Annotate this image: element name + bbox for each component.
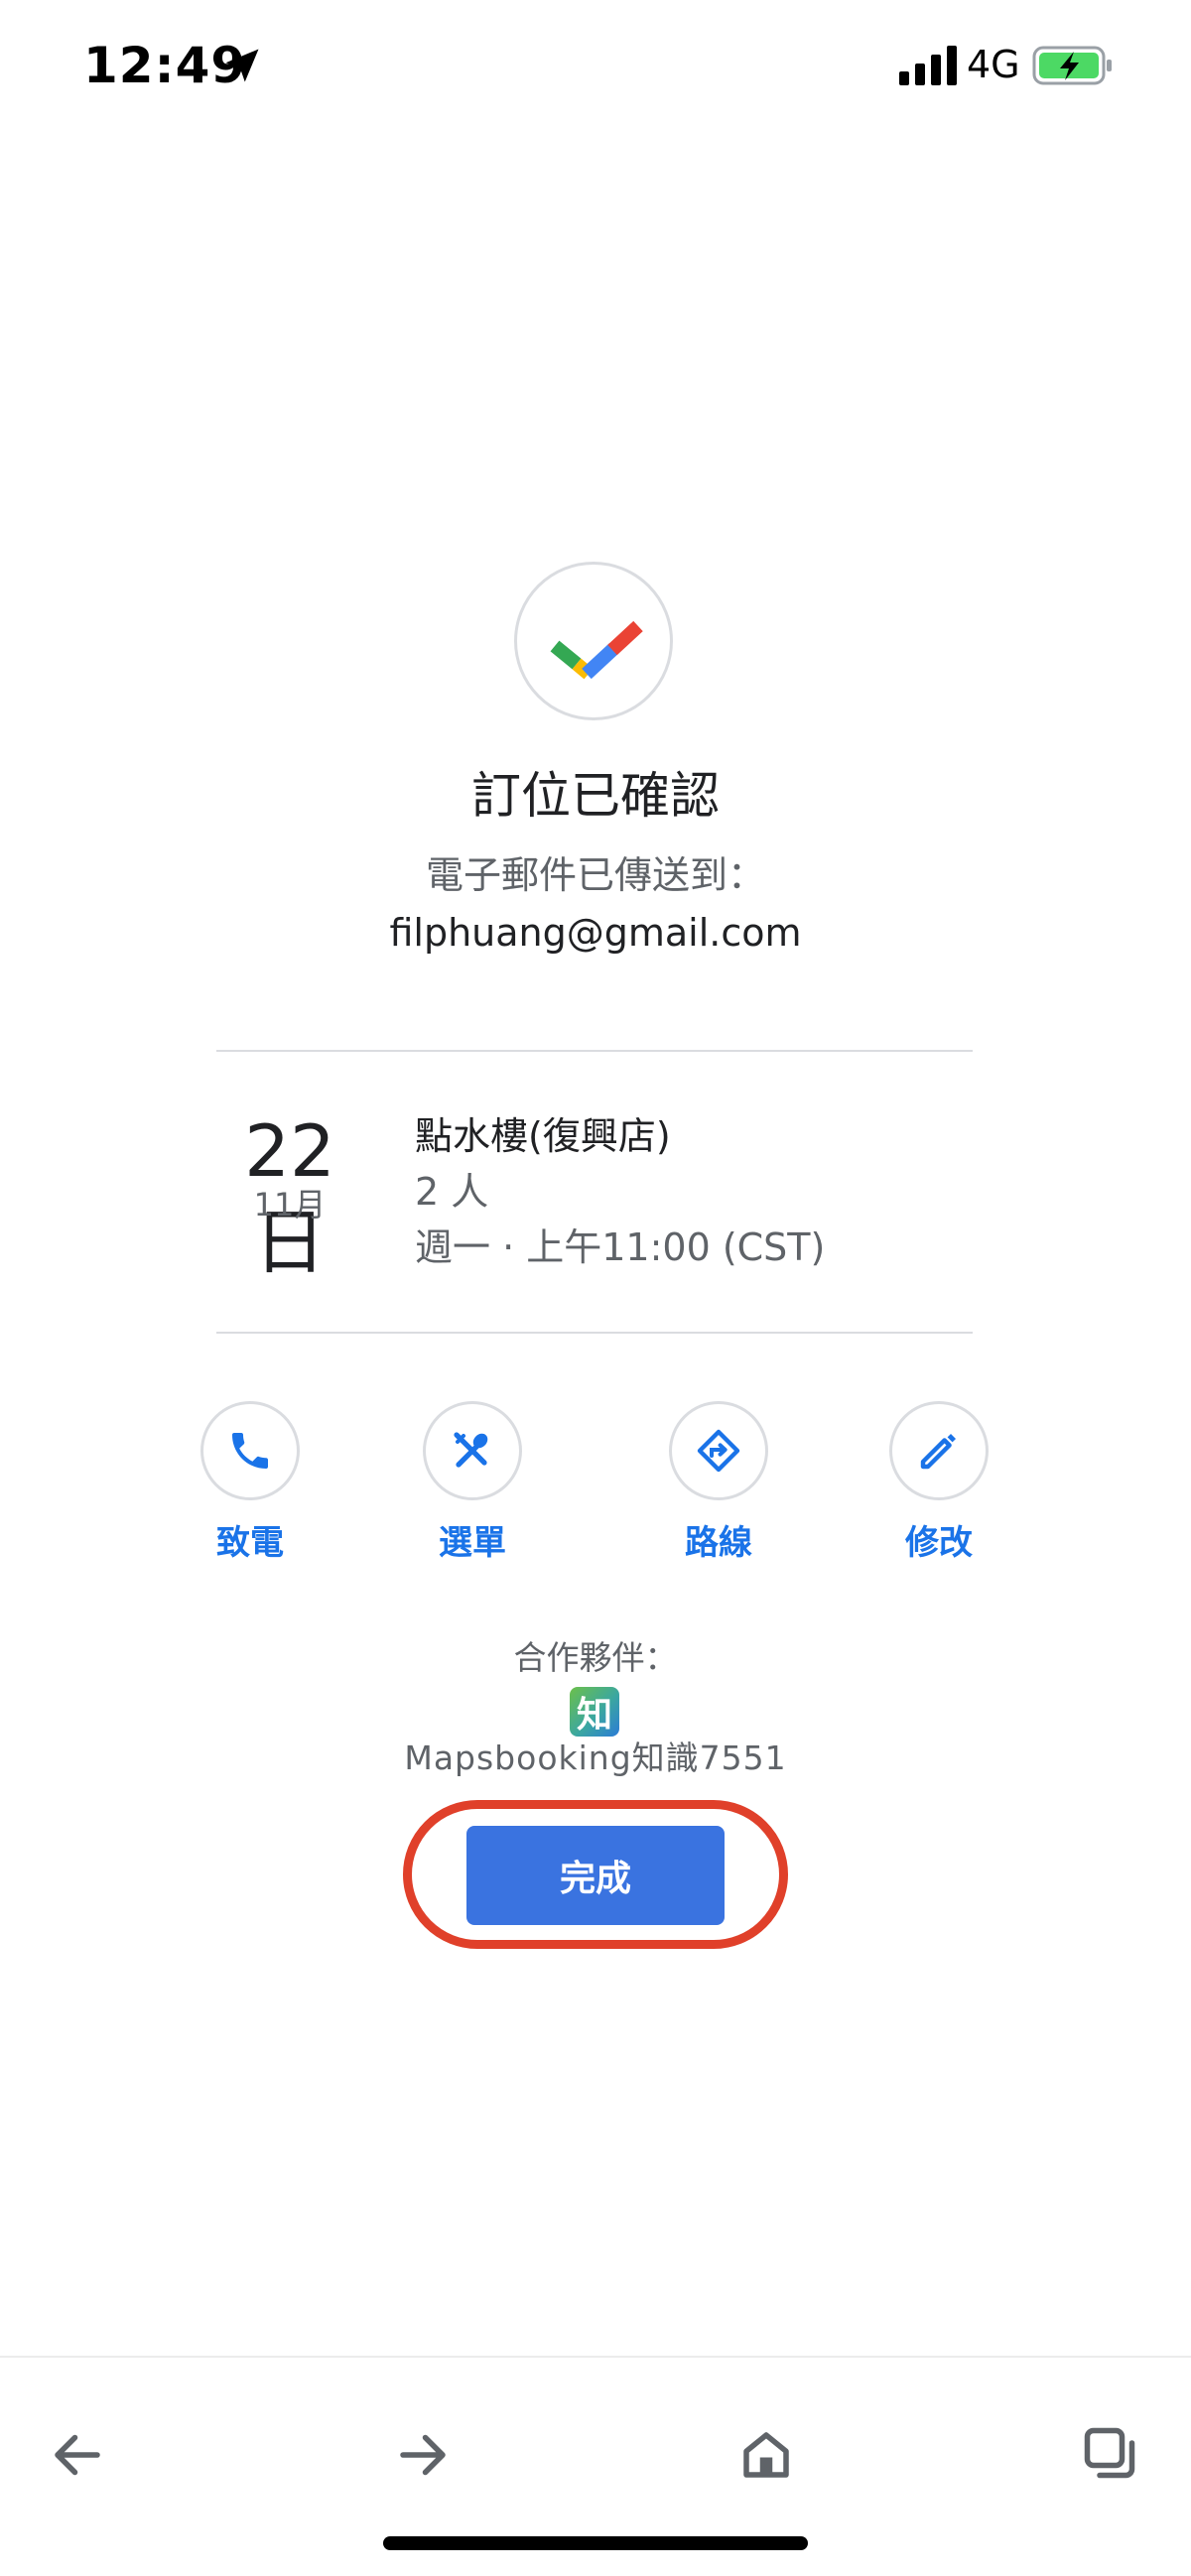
forward-arrow-icon[interactable]: [393, 2425, 453, 2485]
call-label[interactable]: 致電: [216, 1518, 284, 1568]
reservation-datetime: 週一 · 上午11:00 (CST): [415, 1225, 826, 1269]
party-size: 2 人: [415, 1170, 489, 1214]
partner-name: Mapsbooking知識7551: [404, 1739, 787, 1777]
reservation-month: 11月: [253, 1186, 327, 1224]
home-icon[interactable]: [736, 2425, 796, 2485]
menu-button[interactable]: 選單: [373, 1401, 572, 1568]
email-sent-label: 電子郵件已傳送到：: [425, 853, 765, 897]
directions-label[interactable]: 路線: [685, 1518, 752, 1568]
confirmation-check-badge: [514, 562, 673, 720]
modify-button-circle[interactable]: [889, 1401, 989, 1500]
battery-charging-icon: [1032, 46, 1112, 85]
location-arrow-icon: [225, 49, 259, 82]
divider: [216, 1332, 973, 1334]
directions-button[interactable]: 路線: [619, 1401, 818, 1568]
menu-label[interactable]: 選單: [439, 1518, 506, 1568]
partner-label: 合作夥伴：: [513, 1638, 678, 1677]
call-button-circle[interactable]: [200, 1401, 300, 1500]
divider: [216, 1050, 973, 1052]
network-type: 4G: [967, 43, 1020, 86]
home-indicator[interactable]: [383, 2536, 808, 2550]
directions-button-circle[interactable]: [669, 1401, 768, 1500]
done-button[interactable]: 完成: [466, 1826, 725, 1925]
email-address: filphuang@gmail.com: [389, 911, 802, 955]
page-title: 訂位已確認: [471, 767, 720, 825]
phone-icon: [232, 1433, 268, 1469]
directions-icon: [697, 1429, 740, 1473]
google-check-icon: [550, 620, 643, 680]
menu-button-circle[interactable]: [423, 1401, 522, 1500]
edit-pencil-icon: [920, 1434, 956, 1470]
partner-logo: 知: [570, 1687, 619, 1737]
modify-label[interactable]: 修改: [905, 1518, 973, 1568]
tabs-icon[interactable]: [1080, 2423, 1139, 2483]
modify-button[interactable]: 修改: [840, 1401, 1038, 1568]
cellular-signal-icon: [899, 46, 957, 85]
utensils-icon: [454, 1432, 488, 1468]
restaurant-name: 點水樓(復興店): [415, 1114, 671, 1158]
call-button[interactable]: 致電: [151, 1401, 349, 1568]
back-arrow-icon[interactable]: [48, 2425, 107, 2485]
